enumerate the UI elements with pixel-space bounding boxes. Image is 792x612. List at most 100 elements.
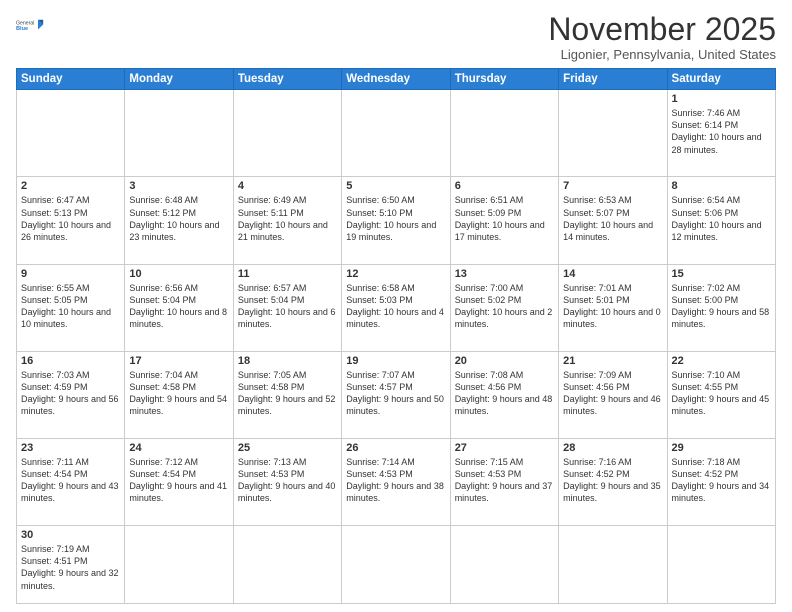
calendar-cell — [450, 526, 558, 604]
day-info: Sunrise: 7:10 AM Sunset: 4:55 PM Dayligh… — [672, 369, 771, 418]
day-number: 29 — [672, 442, 771, 454]
calendar-cell: 23 Sunrise: 7:11 AM Sunset: 4:54 PM Dayli… — [17, 439, 125, 526]
day-info: Sunrise: 7:01 AM Sunset: 5:01 PM Dayligh… — [563, 282, 662, 331]
day-number: 23 — [21, 442, 120, 454]
calendar-cell — [667, 526, 775, 604]
day-info: Sunrise: 6:55 AM Sunset: 5:05 PM Dayligh… — [21, 282, 120, 331]
calendar-cell: 13 Sunrise: 7:00 AM Sunset: 5:02 PM Dayli… — [450, 264, 558, 351]
day-info: Sunrise: 7:18 AM Sunset: 4:52 PM Dayligh… — [672, 456, 771, 505]
calendar-cell: 7 Sunrise: 6:53 AM Sunset: 5:07 PM Daylig… — [559, 177, 667, 264]
calendar-cell — [342, 526, 450, 604]
logo: GeneralBlue — [16, 12, 44, 40]
day-number: 5 — [346, 180, 445, 192]
location: Ligonier, Pennsylvania, United States — [548, 47, 776, 62]
day-info: Sunrise: 7:02 AM Sunset: 5:00 PM Dayligh… — [672, 282, 771, 331]
day-info: Sunrise: 6:57 AM Sunset: 5:04 PM Dayligh… — [238, 282, 337, 331]
day-info: Sunrise: 6:56 AM Sunset: 5:04 PM Dayligh… — [129, 282, 228, 331]
day-number: 16 — [21, 355, 120, 367]
calendar-cell: 5 Sunrise: 6:50 AM Sunset: 5:10 PM Daylig… — [342, 177, 450, 264]
svg-text:Blue: Blue — [16, 26, 28, 32]
weekday-header-wednesday: Wednesday — [342, 69, 450, 90]
calendar-cell: 17 Sunrise: 7:04 AM Sunset: 4:58 PM Dayli… — [125, 351, 233, 438]
day-number: 25 — [238, 442, 337, 454]
calendar-week-row-2: 2Sunrise: 6:47 AM Sunset: 5:13 PM Daylig… — [17, 177, 776, 264]
day-info: Sunrise: 6:47 AM Sunset: 5:13 PM Dayligh… — [21, 194, 120, 243]
day-info: Sunrise: 7:00 AM Sunset: 5:02 PM Dayligh… — [455, 282, 554, 331]
calendar-week-row-6: 30 Sunrise: 7:19 AM Sunset: 4:51 PM Dayli… — [17, 526, 776, 604]
weekday-header-sunday: Sunday — [17, 69, 125, 90]
header: GeneralBlue November 2025 Ligonier, Penn… — [16, 12, 776, 62]
calendar-cell: 26Sunrise: 7:14 AM Sunset: 4:53 PM Dayli… — [342, 439, 450, 526]
calendar-cell: 29 Sunrise: 7:18 AM Sunset: 4:52 PM Dayli… — [667, 439, 775, 526]
calendar-cell: 21 Sunrise: 7:09 AM Sunset: 4:56 PM Dayli… — [559, 351, 667, 438]
day-number: 7 — [563, 180, 662, 192]
calendar-cell: 14Sunrise: 7:01 AM Sunset: 5:01 PM Dayli… — [559, 264, 667, 351]
calendar-cell — [125, 526, 233, 604]
day-number: 15 — [672, 268, 771, 280]
day-info: Sunrise: 7:04 AM Sunset: 4:58 PM Dayligh… — [129, 369, 228, 418]
calendar-cell — [559, 90, 667, 177]
day-number: 20 — [455, 355, 554, 367]
day-number: 3 — [129, 180, 228, 192]
day-number: 18 — [238, 355, 337, 367]
calendar-cell — [17, 90, 125, 177]
day-number: 24 — [129, 442, 228, 454]
calendar-cell: 15 Sunrise: 7:02 AM Sunset: 5:00 PM Dayli… — [667, 264, 775, 351]
weekday-header-friday: Friday — [559, 69, 667, 90]
day-number: 21 — [563, 355, 662, 367]
day-info: Sunrise: 7:11 AM Sunset: 4:54 PM Dayligh… — [21, 456, 120, 505]
calendar-week-row-1: 1 Sunrise: 7:46 AM Sunset: 6:14 PM Daylig… — [17, 90, 776, 177]
weekday-header-tuesday: Tuesday — [233, 69, 341, 90]
day-info: Sunrise: 7:08 AM Sunset: 4:56 PM Dayligh… — [455, 369, 554, 418]
day-info: Sunrise: 6:50 AM Sunset: 5:10 PM Dayligh… — [346, 194, 445, 243]
calendar-cell — [233, 90, 341, 177]
calendar-cell: 3 Sunrise: 6:48 AM Sunset: 5:12 PM Daylig… — [125, 177, 233, 264]
day-info: Sunrise: 6:49 AM Sunset: 5:11 PM Dayligh… — [238, 194, 337, 243]
day-number: 22 — [672, 355, 771, 367]
calendar-cell — [233, 526, 341, 604]
day-number: 27 — [455, 442, 554, 454]
day-info: Sunrise: 7:03 AM Sunset: 4:59 PM Dayligh… — [21, 369, 120, 418]
day-number: 8 — [672, 180, 771, 192]
weekday-header-thursday: Thursday — [450, 69, 558, 90]
calendar-cell — [559, 526, 667, 604]
title-block: November 2025 Ligonier, Pennsylvania, Un… — [548, 12, 776, 62]
day-info: Sunrise: 7:15 AM Sunset: 4:53 PM Dayligh… — [455, 456, 554, 505]
day-number: 1 — [672, 93, 771, 105]
day-number: 26 — [346, 442, 445, 454]
weekday-header-monday: Monday — [125, 69, 233, 90]
day-number: 17 — [129, 355, 228, 367]
day-info: Sunrise: 7:46 AM Sunset: 6:14 PM Dayligh… — [672, 107, 771, 156]
day-info: Sunrise: 7:07 AM Sunset: 4:57 PM Dayligh… — [346, 369, 445, 418]
weekday-header-saturday: Saturday — [667, 69, 775, 90]
day-number: 9 — [21, 268, 120, 280]
calendar-cell: 20 Sunrise: 7:08 AM Sunset: 4:56 PM Dayli… — [450, 351, 558, 438]
calendar-cell: 8 Sunrise: 6:54 AM Sunset: 5:06 PM Daylig… — [667, 177, 775, 264]
day-info: Sunrise: 7:05 AM Sunset: 4:58 PM Dayligh… — [238, 369, 337, 418]
day-info: Sunrise: 7:09 AM Sunset: 4:56 PM Dayligh… — [563, 369, 662, 418]
calendar-cell — [342, 90, 450, 177]
calendar-table: SundayMondayTuesdayWednesdayThursdayFrid… — [16, 68, 776, 604]
svg-text:General: General — [16, 21, 34, 27]
day-info: Sunrise: 6:54 AM Sunset: 5:06 PM Dayligh… — [672, 194, 771, 243]
day-number: 12 — [346, 268, 445, 280]
calendar-cell: 28Sunrise: 7:16 AM Sunset: 4:52 PM Dayli… — [559, 439, 667, 526]
day-info: Sunrise: 6:48 AM Sunset: 5:12 PM Dayligh… — [129, 194, 228, 243]
day-number: 19 — [346, 355, 445, 367]
day-number: 6 — [455, 180, 554, 192]
day-number: 28 — [563, 442, 662, 454]
calendar-cell — [125, 90, 233, 177]
calendar-cell: 27 Sunrise: 7:15 AM Sunset: 4:53 PM Dayli… — [450, 439, 558, 526]
calendar-cell: 16 Sunrise: 7:03 AM Sunset: 4:59 PM Dayli… — [17, 351, 125, 438]
day-number: 4 — [238, 180, 337, 192]
day-number: 10 — [129, 268, 228, 280]
calendar-cell: 18 Sunrise: 7:05 AM Sunset: 4:58 PM Dayli… — [233, 351, 341, 438]
day-number: 13 — [455, 268, 554, 280]
calendar-cell: 9 Sunrise: 6:55 AM Sunset: 5:05 PM Daylig… — [17, 264, 125, 351]
day-number: 30 — [21, 529, 120, 541]
calendar-cell: 4 Sunrise: 6:49 AM Sunset: 5:11 PM Daylig… — [233, 177, 341, 264]
day-info: Sunrise: 7:19 AM Sunset: 4:51 PM Dayligh… — [21, 543, 120, 592]
day-info: Sunrise: 6:53 AM Sunset: 5:07 PM Dayligh… — [563, 194, 662, 243]
calendar-week-row-3: 9 Sunrise: 6:55 AM Sunset: 5:05 PM Daylig… — [17, 264, 776, 351]
day-info: Sunrise: 7:12 AM Sunset: 4:54 PM Dayligh… — [129, 456, 228, 505]
